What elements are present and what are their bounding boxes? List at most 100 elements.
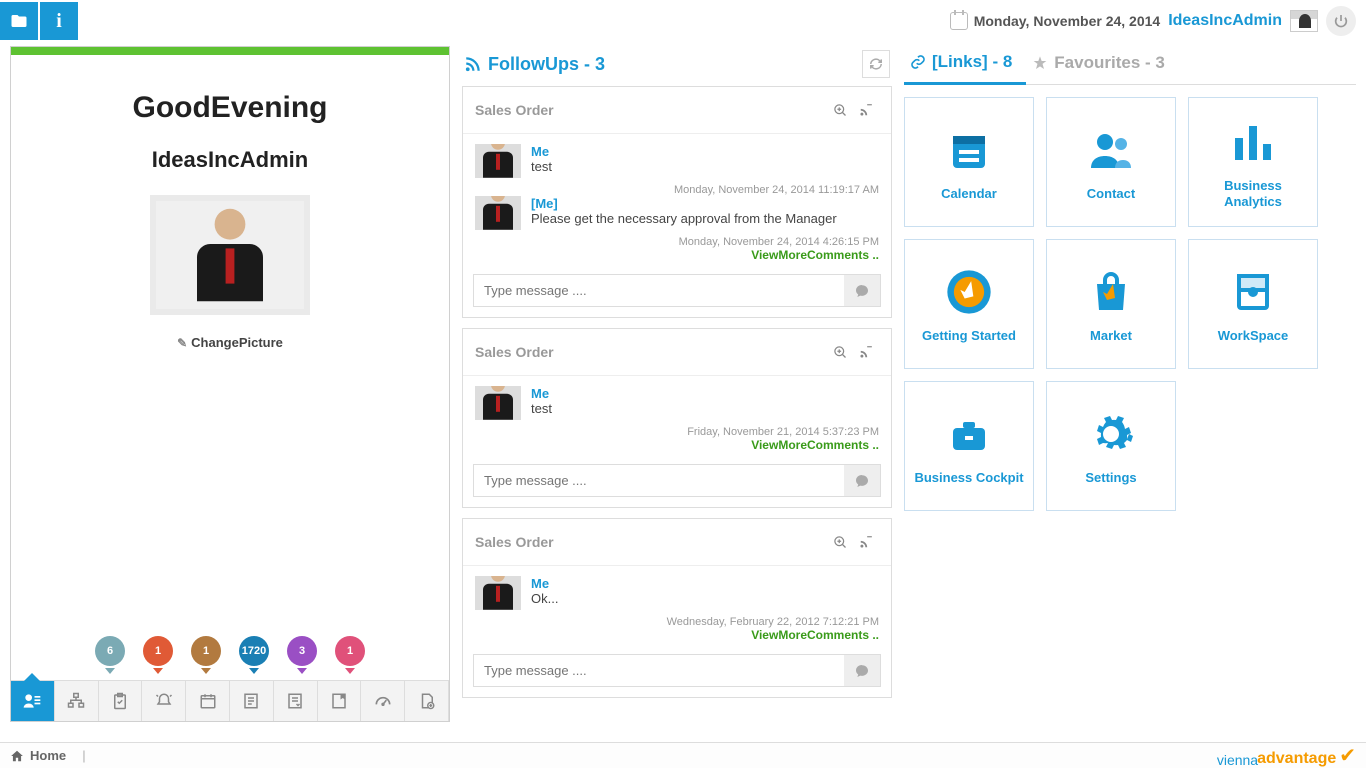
counter-bubble[interactable]: 1 [191,636,221,674]
link-tile-settings[interactable]: Settings [1046,381,1176,511]
folder-button[interactable] [0,2,38,40]
accent-bar [11,47,449,55]
breadcrumb[interactable]: Home | [10,748,86,763]
greeting-area: GoodEvening IdeasIncAdmin ✎ ChangePictur… [11,55,449,628]
footer: Home | viennaadvantage✔ [0,742,1366,768]
counter-bubble[interactable]: 1720 [239,636,269,674]
username-display[interactable]: IdeasIncAdmin [1168,12,1282,30]
chevron-down-icon [153,668,163,674]
toolbar-clipboard[interactable] [99,681,143,721]
followup-card: Sales OrderMeOk...Wednesday, February 22… [462,518,892,698]
message-avatar [475,576,521,610]
bubble-count: 1720 [239,636,269,666]
followup-header: Sales Order [463,87,891,134]
link-tile-label: Market [1090,328,1132,344]
view-more-link[interactable]: ViewMoreComments .. [475,628,879,642]
feed-icon[interactable] [853,529,879,555]
message-row: MeOk... [475,576,879,610]
toolbar-gauge[interactable] [361,681,405,721]
link-icon [910,54,926,70]
link-tile-getting-started[interactable]: Getting Started [904,239,1034,369]
link-tile-label: Business Cockpit [914,470,1023,486]
chevron-down-icon [249,668,259,674]
followup-title: Sales Order [475,102,827,118]
link-grid: CalendarContactBusiness Analytics Getting… [904,97,1356,511]
send-button[interactable] [844,655,880,686]
toolbar-note[interactable] [318,681,362,721]
zoom-icon[interactable] [827,529,853,555]
star-icon [1032,55,1048,71]
link-tile-business-cockpit[interactable]: Business Cockpit [904,381,1034,511]
link-tile-icon [1083,406,1139,462]
bubble-count: 1 [191,636,221,666]
followup-title: Sales Order [475,344,827,360]
feed-icon[interactable] [853,339,879,365]
tab-favourites[interactable]: Favourites - 3 [1026,46,1179,84]
counter-bubble[interactable]: 6 [95,636,125,674]
toolbar-doc-add[interactable] [405,681,449,721]
link-tile-label: Getting Started [922,328,1016,344]
message-author: Me [531,144,879,159]
link-tile-workspace[interactable]: WorkSpace [1188,239,1318,369]
toolbar-org[interactable] [55,681,99,721]
bottom-toolbar [11,680,449,721]
link-tile-icon [941,122,997,178]
link-tile-business-analytics[interactable]: Business Analytics [1188,97,1318,227]
toolbar-contacts[interactable] [11,681,55,721]
feed-icon[interactable] [853,97,879,123]
message-input[interactable] [474,275,844,306]
link-tile-contact[interactable]: Contact [1046,97,1176,227]
followups-panel: FollowUps - 3 Sales OrderMetestMonday, N… [462,46,892,722]
link-tile-calendar[interactable]: Calendar [904,97,1034,227]
link-tile-icon [1083,122,1139,178]
counter-bubbles: 611172031 [11,628,449,680]
message-input-row [473,274,881,307]
counter-bubble[interactable]: 1 [335,636,365,674]
message-text: test [531,159,879,174]
power-button[interactable] [1326,6,1356,36]
rss-icon [464,55,482,73]
home-icon [10,749,24,763]
pencil-icon: ✎ [177,336,187,350]
counter-bubble[interactable]: 3 [287,636,317,674]
toolbar-list-down[interactable] [274,681,318,721]
message-time: Monday, November 24, 2014 11:19:17 AM [475,184,879,196]
message-text: Please get the necessary approval from t… [531,211,879,226]
message-input[interactable] [474,655,844,686]
toolbar-alerts[interactable] [142,681,186,721]
zoom-icon[interactable] [827,339,853,365]
bubble-count: 3 [287,636,317,666]
profile-panel: GoodEvening IdeasIncAdmin ✎ ChangePictur… [10,46,450,722]
link-tile-market[interactable]: Market [1046,239,1176,369]
date-display: Monday, November 24, 2014 [950,12,1160,30]
link-tile-icon [1225,114,1281,170]
topbar-right: Monday, November 24, 2014 IdeasIncAdmin [950,6,1356,36]
view-more-link[interactable]: ViewMoreComments .. [475,438,879,452]
avatar-mini[interactable] [1290,10,1318,32]
change-picture-link[interactable]: ✎ ChangePicture [177,335,283,350]
bubble-count: 1 [335,636,365,666]
toolbar-calendar[interactable] [186,681,230,721]
link-tile-label: WorkSpace [1218,328,1289,344]
send-button[interactable] [844,465,880,496]
link-tile-icon [941,406,997,462]
followup-list: Sales OrderMetestMonday, November 24, 20… [462,86,892,698]
message-row: Metest [475,144,879,178]
message-input-row [473,654,881,687]
send-button[interactable] [844,275,880,306]
info-button[interactable]: i [40,2,78,40]
zoom-icon[interactable] [827,97,853,123]
message-time: Friday, November 21, 2014 5:37:23 PM [475,426,879,438]
counter-bubble[interactable]: 1 [143,636,173,674]
message-row: [Me]Please get the necessary approval fr… [475,196,879,230]
message-input-row [473,464,881,497]
refresh-button[interactable] [862,50,890,78]
message-input[interactable] [474,465,844,496]
message-text: test [531,401,879,416]
link-tile-icon [1225,264,1281,320]
chevron-down-icon [345,668,355,674]
tab-links[interactable]: [Links] - 8 [904,46,1026,85]
toolbar-list[interactable] [230,681,274,721]
view-more-link[interactable]: ViewMoreComments .. [475,248,879,262]
topbar: i Monday, November 24, 2014 IdeasIncAdmi… [0,0,1366,42]
